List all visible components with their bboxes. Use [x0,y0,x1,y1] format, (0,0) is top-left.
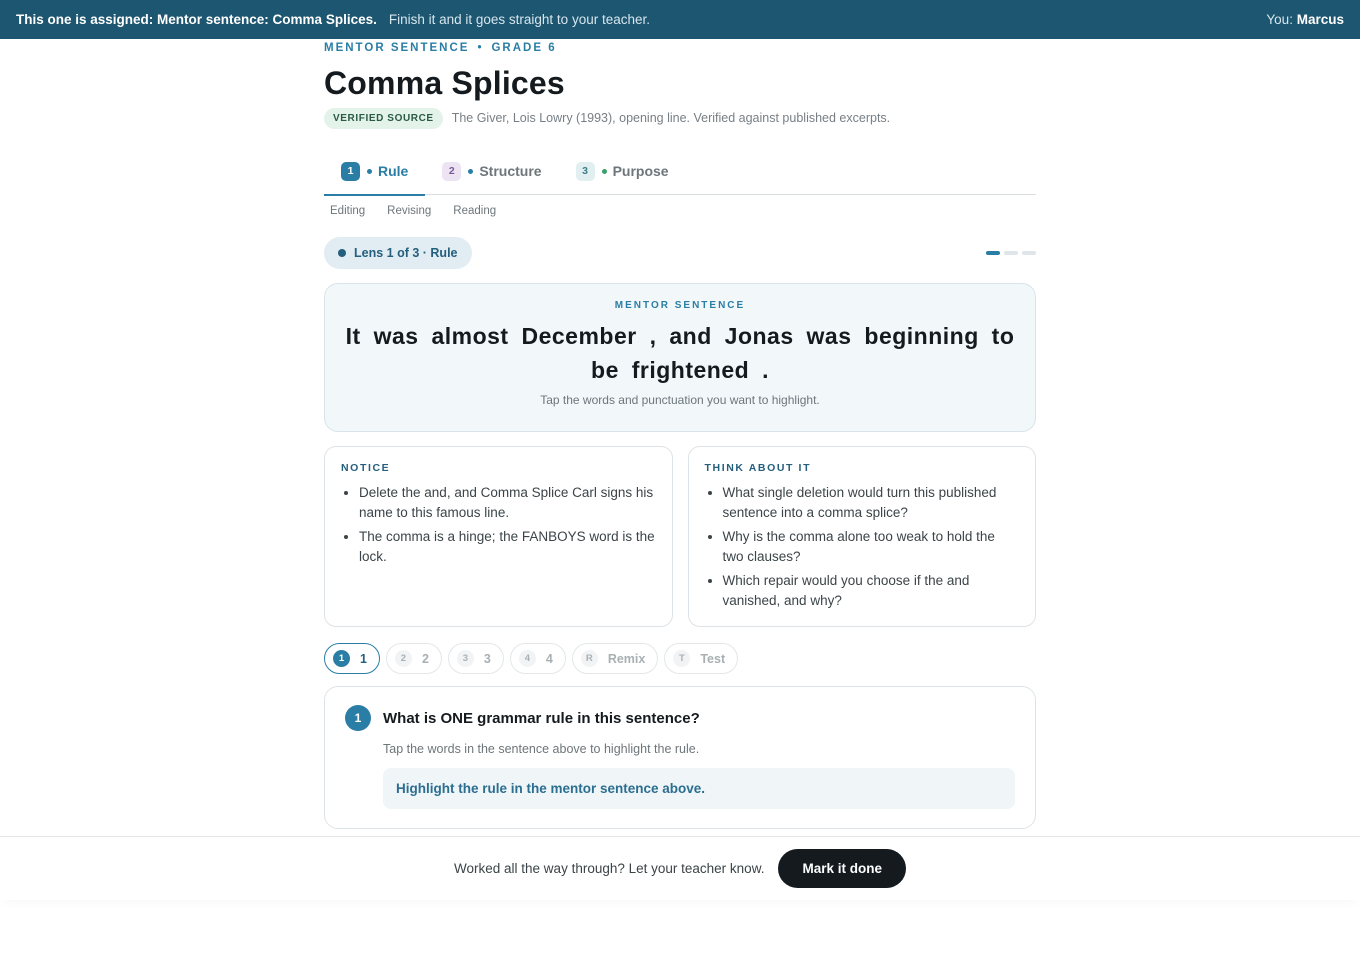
prompt-cards: NOTICE Delete the and, and Comma Splice … [324,446,1036,627]
sentence-word[interactable]: frightened [632,357,749,383]
tab-label: Purpose [612,163,669,179]
subtab-revising[interactable]: Revising [387,205,431,221]
sentence-word[interactable]: beginning [864,323,978,349]
lens-label: Lens 1 of 3 · Rule [354,246,458,260]
step-label: 3 [483,651,491,666]
assignment-banner: This one is assigned: Mentor sentence: C… [0,0,1360,39]
completion-footer: Worked all the way through? Let your tea… [0,836,1360,900]
think-about-it-card: THINK ABOUT IT What single deletion woul… [687,446,1036,627]
lens-progress-step [1022,251,1036,255]
question-subtitle: Tap the words in the sentence above to h… [383,742,700,756]
sentence-word[interactable]: December [521,323,636,349]
mark-done-button[interactable]: Mark it done [778,849,906,888]
page-title: Comma Splices [324,65,565,101]
tab-number-badge: 1 [341,161,360,181]
user-label: You: [1266,12,1293,27]
current-user: You: Marcus [1266,12,1344,27]
question-step-2[interactable]: 22 [385,643,442,674]
sentence-word[interactable]: and [669,323,711,349]
lens-row: Lens 1 of 3 · Rule [324,237,1036,269]
source-row: VERIFIED SOURCE The Giver, Lois Lowry (1… [324,107,1036,129]
step-badge: 3 [456,650,474,667]
step-badge: T [673,650,691,667]
think-list: What single deletion would turn this pub… [705,483,1020,611]
question-step-3[interactable]: 33 [447,643,504,674]
assignment-message: Finish it and it goes straight to your t… [388,12,650,27]
sentence-word[interactable]: It [346,323,361,349]
source-citation: The Giver, Lois Lowry (1993), opening li… [451,111,891,125]
highlight-answer-box[interactable]: Highlight the rule in the mentor sentenc… [383,768,1015,809]
tab-number-badge: 2 [442,161,462,181]
step-badge: 1 [333,650,350,667]
sentence-word[interactable]: be [591,357,619,383]
eyebrow-kind: MENTOR SENTENCE [324,42,470,54]
tab-structure[interactable]: 2 Structure [425,147,558,195]
list-item: Why is the comma alone too weak to hold … [723,527,1020,567]
step-label: 2 [421,651,429,666]
list-item: The comma is a hinge; the FANBOYS word i… [359,527,656,567]
question-title: What is ONE grammar rule in this sentenc… [383,709,700,727]
sentence-word[interactable]: Jonas [725,323,794,349]
tab-number-badge: 3 [575,161,595,181]
lesson-eyebrow: MENTOR SENTENCE • GRADE 6 [324,41,1036,55]
question-step-remix[interactable]: R Remix [571,643,659,674]
step-label: Remix [607,651,646,666]
subtab-reading[interactable]: Reading [453,205,496,221]
user-name: Marcus [1296,12,1344,27]
sentence-word[interactable]: to [992,323,1015,349]
list-item: Delete the and, and Comma Splice Carl si… [359,483,656,523]
question-header: 1 What is ONE grammar rule in this sente… [345,705,1015,731]
question-step-test[interactable]: T Test [664,643,739,674]
eyebrow-grade: GRADE 6 [491,42,557,54]
question-steps: 11 22 33 44 R Remix T Test [324,643,1036,674]
notice-card: NOTICE Delete the and, and Comma Splice … [324,446,673,627]
mentor-sentence: It was almost December , and Jonas was b… [345,319,1015,387]
assignment-title: This one is assigned: Mentor sentence: C… [16,12,377,27]
sentence-word[interactable]: almost [431,323,508,349]
question-step-1[interactable]: 11 [324,643,380,674]
lens-tabs: 1 Rule 2 Structure 3 Purpose [324,147,1036,196]
footer-text: Worked all the way through? Let your tea… [454,861,765,876]
main-content: MENTOR SENTENCE • GRADE 6 Comma Splices VE… [324,39,1036,829]
tab-label: Structure [479,163,542,179]
tab-purpose[interactable]: 3 Purpose [559,147,686,195]
verified-source-badge: VERIFIED SOURCE [324,107,443,129]
tab-rule[interactable]: 1 Rule [324,147,426,196]
sentence-word[interactable]: was [807,323,852,349]
tab-dot-icon [367,168,372,174]
step-label: 1 [360,651,367,666]
question-number-badge: 1 [345,705,371,731]
notice-list: Delete the and, and Comma Splice Carl si… [341,483,656,567]
think-heading: THINK ABOUT IT [704,462,812,474]
step-label: 4 [545,651,553,666]
question-step-4[interactable]: 44 [509,643,566,674]
mentor-sentence-card: MENTOR SENTENCE It was almost December ,… [324,283,1036,432]
lens-indicator: Lens 1 of 3 · Rule [324,237,472,269]
step-badge: 4 [518,650,536,667]
subtab-editing[interactable]: Editing [330,205,365,221]
lens-dot-icon [338,249,346,257]
tab-dot-icon [601,168,607,174]
tab-dot-icon [468,168,474,174]
skill-subtabs: Editing Revising Reading [324,205,1036,221]
mentor-sentence-label: MENTOR SENTENCE [614,300,746,311]
sentence-punctuation[interactable]: , [650,323,657,349]
step-badge: 2 [394,650,412,667]
list-item: What single deletion would turn this pub… [723,483,1020,523]
question-card: 1 What is ONE grammar rule in this sente… [324,686,1036,829]
lens-progress-step [1004,251,1018,255]
lens-progress-step [986,251,1000,255]
step-badge: R [580,650,598,667]
mentor-hint: Tap the words and punctuation you want t… [540,393,820,407]
step-label: Test [700,651,726,666]
sentence-word[interactable]: was [374,323,419,349]
sentence-punctuation[interactable]: . [762,357,769,383]
tab-label: Rule [378,163,409,179]
notice-heading: NOTICE [341,462,391,474]
lens-progress [986,251,1036,255]
list-item: Which repair would you choose if the and… [723,571,1020,611]
eyebrow-separator: • [477,42,484,54]
